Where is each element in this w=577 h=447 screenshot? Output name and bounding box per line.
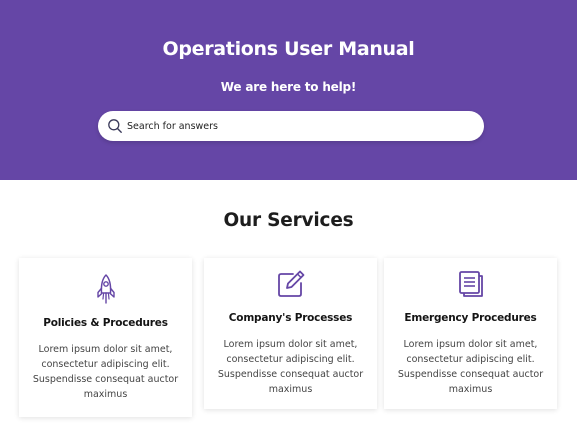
edit-icon — [277, 270, 304, 297]
search-bar[interactable] — [98, 111, 484, 141]
services-title: Our Services — [223, 210, 354, 231]
hero-subtitle: We are here to help! — [220, 80, 357, 94]
service-card-processes[interactable]: Company's Processes Lorem ipsum dolor si… — [204, 258, 377, 409]
card-heading: Emergency Procedures — [404, 312, 537, 324]
card-heading: Company's Processes — [228, 312, 353, 324]
card-description: Lorem ipsum dolor sit amet, consectetur … — [397, 339, 544, 395]
search-input[interactable] — [127, 115, 467, 137]
rocket-icon — [96, 274, 115, 304]
hero-banner: Operations User Manual We are here to he… — [0, 0, 577, 180]
documents-icon — [458, 271, 483, 297]
card-description: Lorem ipsum dolor sit amet, consectetur … — [32, 344, 179, 400]
card-description: Lorem ipsum dolor sit amet, consectetur … — [217, 339, 364, 395]
card-heading: Policies & Procedures — [43, 317, 168, 329]
search-icon — [108, 119, 122, 133]
service-card-emergency[interactable]: Emergency Procedures Lorem ipsum dolor s… — [384, 258, 557, 409]
service-card-policies[interactable]: Policies & Procedures Lorem ipsum dolor … — [19, 258, 192, 417]
page-title: Operations User Manual — [162, 38, 415, 60]
